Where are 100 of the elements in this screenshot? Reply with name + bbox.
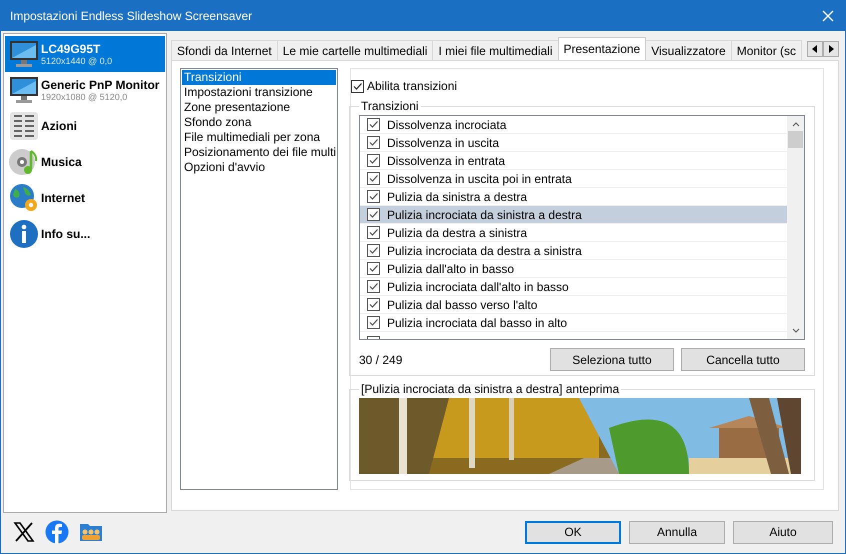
transition-row[interactable]: Pulizia da destra a sinistra — [360, 224, 787, 242]
section-item[interactable]: Posizionamento dei file multi — [182, 145, 336, 160]
item-resolution: 5120x1440 @ 0,0 — [41, 56, 112, 66]
checkbox[interactable] — [367, 154, 380, 167]
scroll-right-button[interactable] — [823, 41, 839, 57]
item-title: Musica — [41, 155, 82, 169]
transition-label: Pulizia da sinistra a destra — [387, 190, 528, 204]
section-item[interactable]: Sfondo zona — [182, 115, 336, 130]
list-button[interactable]: Seleziona tutto — [550, 348, 674, 371]
checkmark-icon — [352, 80, 363, 92]
triangle-right-icon — [828, 45, 834, 53]
checkmark-icon — [368, 173, 379, 184]
checkmark-icon — [368, 191, 379, 202]
transition-label: Pulizia incrociata da sinistra a destra — [387, 208, 582, 222]
list-button[interactable]: Cancella tutto — [681, 348, 805, 371]
section-item[interactable]: Impostazioni transizione — [182, 85, 336, 100]
transition-row[interactable]: Dissolvenza in uscita poi in entrata — [360, 170, 787, 188]
dialog-button[interactable]: OK — [525, 520, 621, 544]
checkbox[interactable] — [367, 280, 380, 293]
transition-row[interactable]: Pulizia dal basso verso l'alto — [360, 296, 787, 314]
item-title: Internet — [41, 191, 86, 205]
checkbox[interactable] — [367, 136, 380, 149]
transition-label: Dissolvenza in uscita — [387, 136, 500, 150]
checkbox[interactable] — [367, 244, 380, 257]
scroll-left-button[interactable] — [807, 41, 823, 57]
checkbox[interactable] — [367, 316, 380, 329]
checkbox[interactable] — [367, 226, 380, 239]
tab[interactable]: Sfondi da Internet — [171, 40, 278, 60]
info-icon — [9, 219, 39, 249]
transition-label: Dissolvenza incrociata — [387, 118, 506, 132]
tab[interactable]: Monitor (sc — [730, 40, 802, 60]
scrollbar-thumb[interactable] — [788, 131, 803, 148]
chevron-down-icon[interactable] — [792, 328, 800, 334]
item-title: Generic PnP Monitor — [41, 78, 160, 92]
dialog-button[interactable]: Aiuto — [733, 520, 833, 544]
section-item[interactable]: Opzioni d'avvio — [182, 160, 336, 175]
transition-label: Dissolvenza in entrata — [387, 154, 506, 168]
sidebar-item[interactable]: Musica — [5, 144, 165, 180]
transition-label: Pulizia incrociata dal basso in alto — [387, 316, 568, 330]
tab[interactable]: Presentazione — [558, 37, 646, 60]
checkmark-icon — [368, 317, 379, 328]
transition-row[interactable]: Dissolvenza incrociata — [360, 116, 787, 134]
transition-row[interactable]: Dissolvenza in uscita — [360, 134, 787, 152]
item-title: Azioni — [41, 119, 77, 133]
checkmark-icon — [368, 119, 379, 130]
section-item[interactable]: File multimediali per zona — [182, 130, 336, 145]
checkbox[interactable] — [367, 262, 380, 275]
sidebar-item[interactable]: Azioni — [5, 108, 165, 144]
dialog-button[interactable]: Annulla — [629, 520, 725, 544]
triangle-left-icon — [812, 45, 818, 53]
sidebar-item[interactable]: LC49G95T 5120x1440 @ 0,0 — [5, 36, 165, 72]
checkmark-icon — [368, 227, 379, 238]
sidebar-item[interactable]: Info su... — [5, 216, 165, 252]
sidebar-item[interactable]: Internet — [5, 180, 165, 216]
checkmark-icon — [368, 263, 379, 274]
checkbox[interactable] — [367, 298, 380, 311]
item-title: Info su... — [41, 227, 90, 241]
checkbox[interactable] — [351, 80, 364, 92]
checkmark-icon — [368, 137, 379, 148]
checkmark-icon — [368, 209, 379, 220]
checkbox[interactable] — [367, 172, 380, 185]
transition-row[interactable]: Pulizia incrociata da sinistra a destra — [360, 206, 787, 224]
section-item[interactable]: Transizioni — [182, 70, 336, 85]
checkbox[interactable] — [367, 118, 380, 131]
checkmark-icon — [368, 245, 379, 256]
checkbox[interactable] — [367, 208, 380, 221]
checkmark-icon — [368, 155, 379, 166]
checkbox-label[interactable]: Abilita transizioni — [367, 79, 458, 93]
disc-note-icon — [9, 147, 39, 177]
transition-label: Pulizia dal basso verso l'alto — [387, 298, 538, 312]
globe-gear-icon — [9, 183, 39, 213]
checkmark-icon — [368, 281, 379, 292]
transition-row[interactable]: Pulizia incrociata dal basso in alto — [360, 314, 787, 332]
preview-title: [Pulizia incrociata da sinistra a destra] anteprima — [360, 382, 620, 396]
transition-label: Pulizia da destra a sinistra — [387, 226, 528, 240]
transition-label: Pulizia dall'alto in basso — [387, 262, 514, 276]
sidebar-item[interactable]: Generic PnP Monitor 1920x1080 @ 5120,0 — [5, 72, 165, 108]
list-icon — [9, 111, 39, 141]
transition-row[interactable]: Dissolvenza in entrata — [360, 152, 787, 170]
item-resolution: 1920x1080 @ 5120,0 — [41, 92, 128, 102]
monitor-icon — [9, 39, 39, 69]
transition-label: Pulizia incrociata dall'alto in basso — [387, 280, 569, 294]
close-icon[interactable] — [822, 10, 834, 22]
chevron-up-icon[interactable] — [792, 121, 800, 127]
checkmark-icon — [368, 299, 379, 310]
cross-logo-icon[interactable] — [13, 521, 35, 543]
item-title: LC49G95T — [41, 42, 102, 56]
checkbox[interactable] — [367, 190, 380, 203]
people-folder-icon[interactable] — [79, 521, 103, 543]
transition-label: Pulizia incrociata da destra a sinistra — [387, 244, 582, 258]
group-title: Transizioni — [360, 99, 420, 113]
f-circle-icon[interactable] — [45, 520, 69, 544]
monitor-icon — [9, 75, 39, 105]
transition-count: 30 / 249 — [359, 352, 404, 366]
transition-row[interactable]: Pulizia incrociata dall'alto in basso — [360, 278, 787, 296]
section-item[interactable]: Zone presentazione — [182, 100, 336, 115]
transition-label: Dissolvenza in uscita poi in entrata — [387, 172, 572, 186]
scrollbar[interactable] — [787, 116, 804, 339]
transition-row[interactable]: Pulizia incrociata da destra a sinistra — [360, 242, 787, 260]
transition-row[interactable]: Pulizia dall'alto in basso — [360, 260, 787, 278]
